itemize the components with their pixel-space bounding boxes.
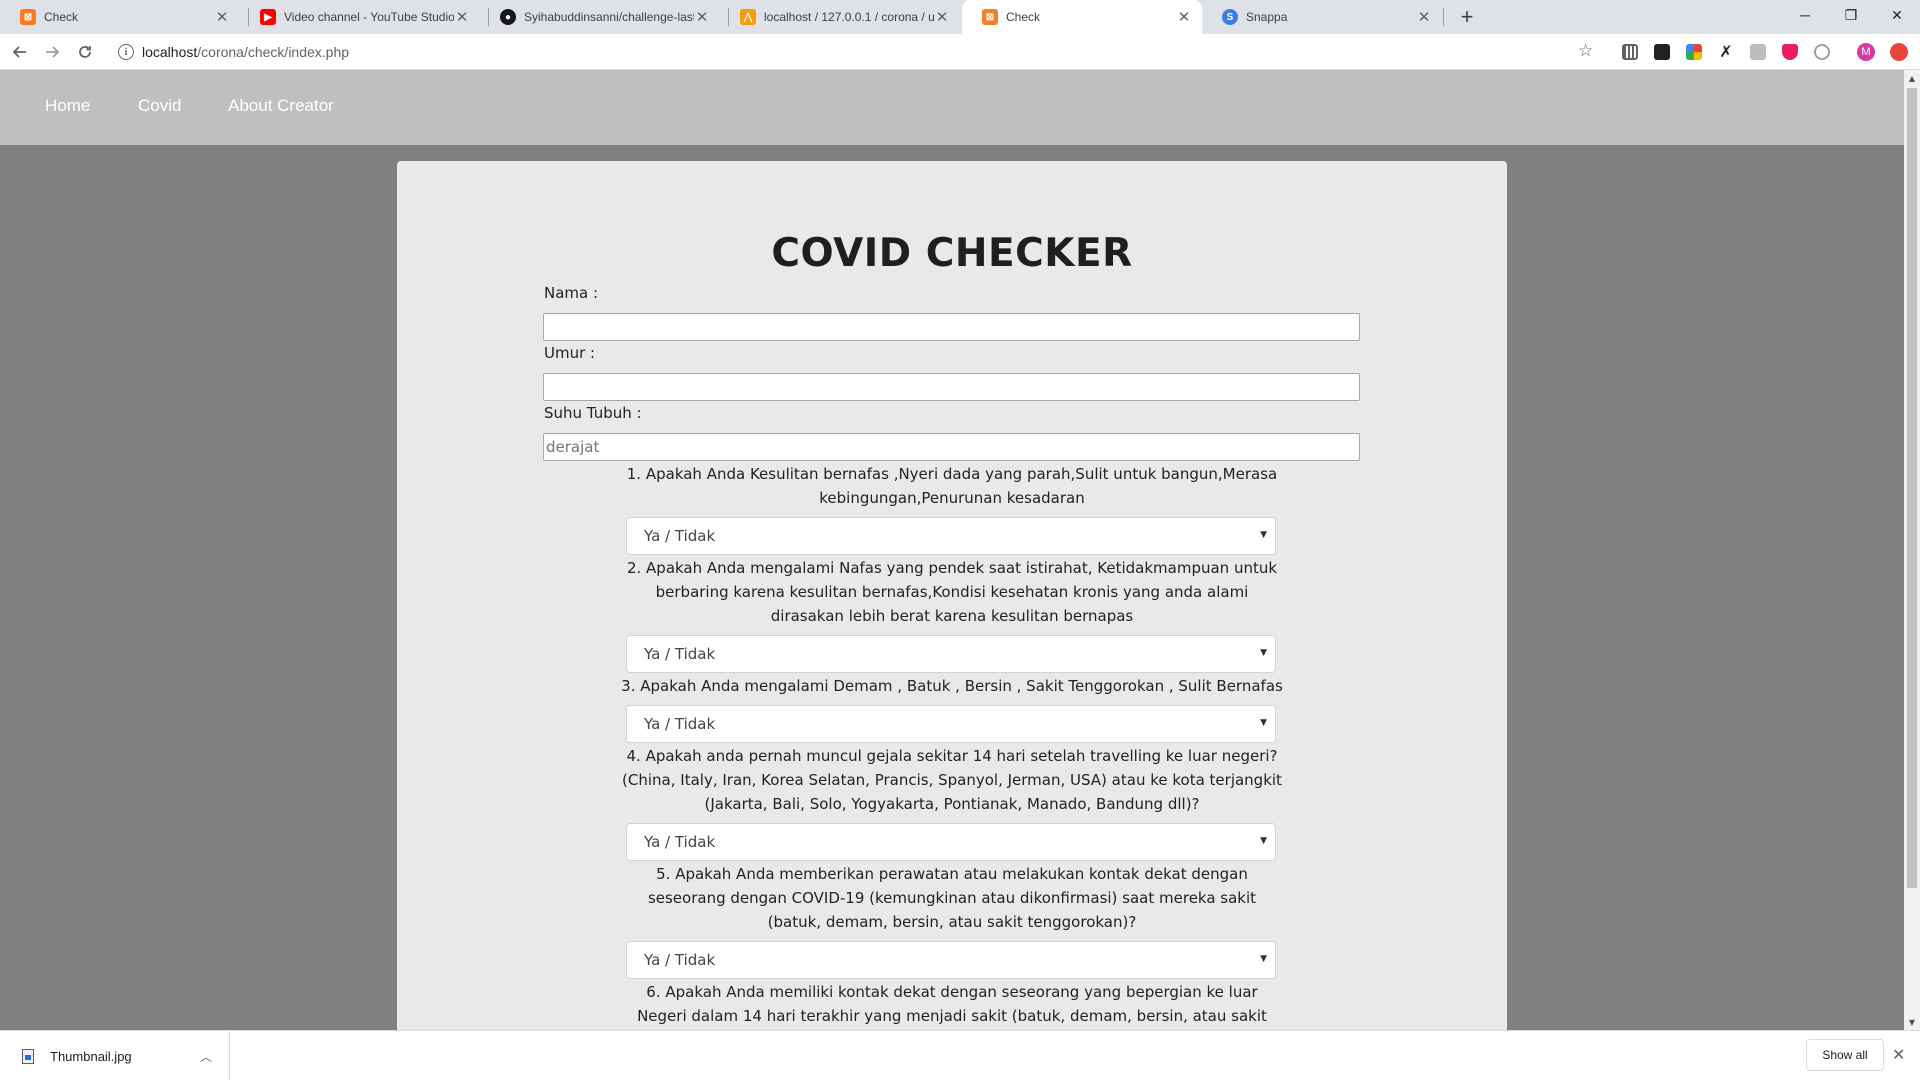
dropdown-arrow-icon: ▼ [1260, 718, 1267, 728]
page-viewport: Home Covid About Creator COVID CHECKER N… [0, 70, 1904, 1030]
question-4: 4. Apakah anda pernah muncul gejala seki… [622, 747, 1282, 813]
umur-label: Umur : [544, 344, 596, 362]
new-tab-button[interactable]: + [1454, 4, 1480, 30]
nav-covid-link[interactable]: Covid [138, 96, 181, 116]
site-navbar: Home Covid About Creator [0, 70, 1904, 145]
umur-input[interactable] [543, 373, 1360, 401]
tab-title: Snappa [1246, 10, 1288, 24]
page-scrollbar[interactable]: ▲ ▼ [1904, 70, 1920, 1030]
select-value: Ya / Tidak [644, 715, 716, 733]
show-all-button[interactable]: Show all [1806, 1039, 1884, 1071]
reload-button[interactable] [73, 40, 97, 64]
dropdown-arrow-icon: ▼ [1260, 530, 1267, 540]
extension-grid-icon[interactable] [1622, 44, 1638, 60]
question-5-select[interactable]: Ya / Tidak ▼ [626, 941, 1276, 979]
url-host: localhost [142, 44, 198, 60]
extension-dark-icon[interactable] [1654, 44, 1670, 60]
nav-home-link[interactable]: Home [45, 96, 90, 116]
tab-title: Check [44, 10, 79, 24]
tab-check-1[interactable]: ⊠ Check ✕ [0, 0, 240, 34]
restore-button[interactable]: ❐ [1828, 0, 1874, 30]
question-4-select[interactable]: Ya / Tidak ▼ [626, 823, 1276, 861]
extension-color-icon[interactable] [1686, 44, 1702, 60]
nama-input[interactable] [543, 313, 1360, 341]
close-icon[interactable]: ✕ [694, 8, 710, 26]
download-shelf: Thumbnail.jpg ︿ Show all ✕ [0, 1030, 1920, 1080]
phpmyadmin-icon: ⋀ [740, 9, 756, 25]
update-icon[interactable] [1890, 43, 1908, 61]
youtube-icon: ▶ [260, 9, 276, 25]
select-value: Ya / Tidak [644, 645, 716, 663]
question-6: 6. Apakah Anda memiliki kontak dekat den… [637, 983, 1267, 1025]
tab-check-active[interactable]: ⊠ Check ✕ [962, 0, 1202, 34]
download-item[interactable]: Thumbnail.jpg ︿ [0, 1031, 230, 1080]
suhu-input[interactable] [543, 433, 1360, 461]
close-icon[interactable]: ✕ [934, 8, 950, 26]
question-1-select[interactable]: Ya / Tidak ▼ [626, 517, 1276, 555]
xampp-icon: ⊠ [982, 9, 998, 25]
forward-button[interactable] [40, 40, 64, 64]
extension-x-icon[interactable]: ✗ [1718, 44, 1734, 60]
extension-target-icon[interactable] [1814, 44, 1830, 60]
question-3-select[interactable]: Ya / Tidak ▼ [626, 705, 1276, 743]
reload-icon [79, 46, 91, 58]
back-button[interactable] [8, 40, 32, 64]
tab-snappa[interactable]: S Snappa ✕ [1202, 0, 1442, 34]
snappa-icon: S [1222, 9, 1238, 25]
dropdown-arrow-icon: ▼ [1260, 836, 1267, 846]
tab-title: Check [1006, 10, 1041, 24]
bookmark-star-icon[interactable]: ☆ [1578, 41, 1593, 61]
dropdown-arrow-icon: ▼ [1260, 954, 1267, 964]
chevron-up-icon[interactable]: ︿ [200, 1048, 212, 1065]
scroll-down-icon[interactable]: ▼ [1904, 1014, 1920, 1030]
tab-title: Syihabuddinsanni/challenge-last [524, 10, 694, 24]
arrow-right-icon [46, 46, 60, 58]
close-icon[interactable]: ✕ [1416, 8, 1432, 26]
page-title: COVID CHECKER [771, 231, 1133, 276]
minimize-button[interactable]: ─ [1782, 0, 1828, 30]
address-bar[interactable]: i localhost/corona/check/index.php [112, 38, 1586, 66]
question-3: 3. Apakah Anda mengalami Demam , Batuk ,… [621, 677, 1283, 695]
extension-grey-icon[interactable] [1750, 44, 1766, 60]
close-icon[interactable]: ✕ [214, 8, 230, 26]
xampp-icon: ⊠ [20, 9, 36, 25]
tab-youtube-studio[interactable]: ▶ Video channel - YouTube Studio ✕ [240, 0, 480, 34]
image-file-icon [22, 1048, 34, 1064]
suhu-label: Suhu Tubuh : [544, 404, 642, 422]
arrow-left-icon [12, 46, 26, 58]
extension-shield-icon[interactable] [1782, 44, 1798, 60]
tab-title: Video channel - YouTube Studio [284, 10, 454, 24]
close-icon[interactable]: ✕ [1176, 8, 1192, 26]
url-path: /corona/check/index.php [197, 44, 350, 60]
question-2-select[interactable]: Ya / Tidak ▼ [626, 635, 1276, 673]
select-value: Ya / Tidak [644, 951, 716, 969]
nav-about-link[interactable]: About Creator [228, 96, 334, 116]
close-icon[interactable]: ✕ [454, 8, 470, 26]
question-2: 2. Apakah Anda mengalami Nafas yang pend… [626, 559, 1278, 625]
select-value: Ya / Tidak [644, 833, 716, 851]
scroll-up-icon[interactable]: ▲ [1904, 70, 1920, 86]
tab-strip: ⊠ Check ✕ ▶ Video channel - YouTube Stud… [0, 0, 1920, 34]
close-icon[interactable]: ✕ [1892, 1045, 1905, 1064]
question-1: 1. Apakah Anda Kesulitan bernafas ,Nyeri… [626, 465, 1278, 507]
download-filename: Thumbnail.jpg [50, 1048, 132, 1064]
checker-card: COVID CHECKER Nama : Umur : Suhu Tubuh :… [397, 161, 1507, 1030]
select-value: Ya / Tidak [644, 527, 716, 545]
nama-label: Nama : [544, 284, 599, 302]
github-icon: ● [500, 9, 516, 25]
profile-avatar[interactable]: M [1857, 43, 1875, 61]
tab-title: localhost / 127.0.0.1 / corona / u [764, 10, 934, 24]
tab-github[interactable]: ● Syihabuddinsanni/challenge-last ✕ [480, 0, 720, 34]
scroll-thumb[interactable] [1907, 88, 1917, 888]
tab-phpmyadmin[interactable]: ⋀ localhost / 127.0.0.1 / corona / u ✕ [720, 0, 960, 34]
question-5: 5. Apakah Anda memberikan perawatan atau… [647, 865, 1257, 931]
browser-toolbar: i localhost/corona/check/index.php ☆ ✗ M [0, 34, 1920, 70]
info-icon[interactable]: i [118, 44, 134, 60]
dropdown-arrow-icon: ▼ [1260, 648, 1267, 658]
window-close-button[interactable]: ✕ [1874, 0, 1920, 30]
